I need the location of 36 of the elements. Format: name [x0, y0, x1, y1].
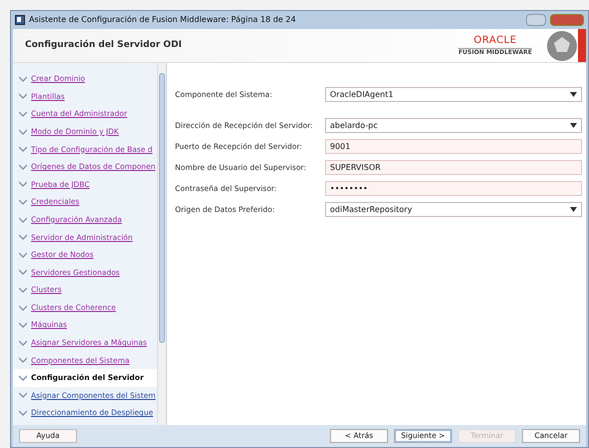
step-node-icon [19, 250, 27, 259]
step-node-icon [19, 391, 27, 400]
step-node-icon [19, 145, 27, 154]
input-field[interactable]: SUPERVISOR [325, 160, 582, 175]
step-node-icon [19, 304, 27, 312]
step-node-icon [19, 286, 27, 294]
scrollbar[interactable] [157, 63, 166, 425]
step-node-icon [19, 356, 27, 364]
step-node-icon [19, 409, 27, 418]
step-node-icon [19, 180, 27, 188]
caret-icon [570, 123, 577, 128]
step-node-icon [19, 128, 27, 136]
dropdown[interactable]: abelardo-pc [325, 118, 582, 133]
step-node-icon [19, 198, 27, 206]
brand-logo: ORACLE [474, 36, 517, 46]
step-node-icon [19, 233, 27, 242]
minimize-button[interactable] [526, 14, 546, 26]
input-field[interactable]: 9001 [325, 139, 582, 154]
step-node-icon [19, 110, 27, 118]
step-node-icon [19, 374, 27, 382]
step-node-icon [19, 162, 27, 171]
step-node-icon [19, 74, 27, 83]
page-title: Configuración del Servidor ODI [25, 38, 182, 52]
dropdown[interactable]: odiMasterRepository [325, 202, 582, 217]
caret-icon [570, 92, 577, 97]
step-node-icon [19, 216, 27, 224]
close-button[interactable] [550, 14, 584, 26]
app-icon [15, 15, 25, 25]
password-field[interactable]: •••••••• [325, 181, 582, 196]
step-node-icon [19, 338, 27, 347]
window-title: Asistente de Configuración de Fusion Middleware: Página 18 de 24 [29, 14, 296, 26]
caret-icon [570, 207, 577, 212]
step-node-icon [19, 321, 27, 330]
step-node-icon [19, 92, 27, 100]
step-node-icon [19, 268, 27, 276]
dropdown[interactable]: OracleDIAgent1 [325, 87, 582, 102]
